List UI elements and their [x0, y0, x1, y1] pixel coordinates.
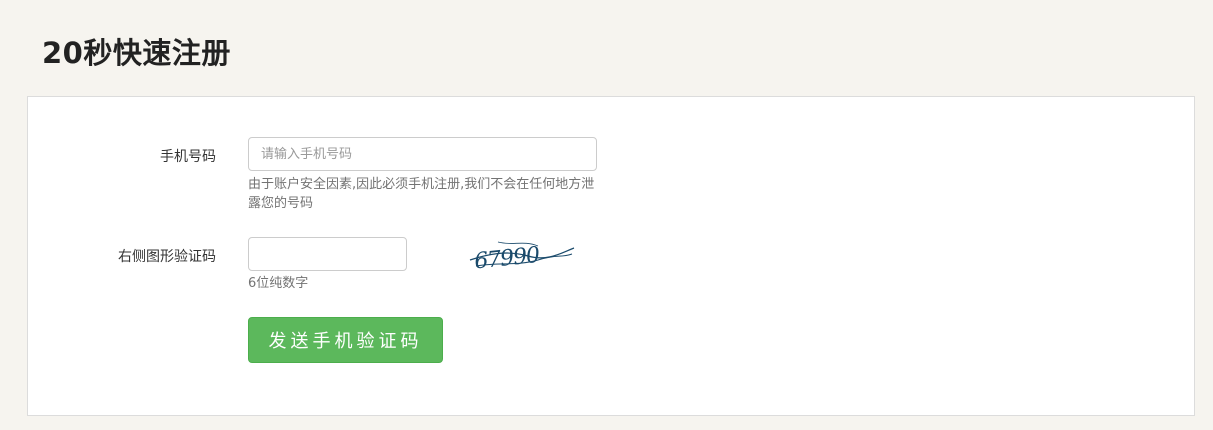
- phone-input[interactable]: [248, 137, 597, 171]
- captcha-text: 67990: [473, 243, 541, 275]
- captcha-image[interactable]: 67990: [468, 236, 576, 276]
- captcha-help-text: 6位纯数字: [248, 276, 309, 291]
- captcha-label: 右侧图形验证码: [118, 249, 216, 265]
- phone-help-text: 由于账户安全因素,因此必须手机注册,我们不会在任何地方泄露您的号码: [248, 177, 595, 211]
- registration-form-panel: 手机号码 由于账户安全因素,因此必须手机注册,我们不会在任何地方泄露您的号码 右…: [27, 96, 1195, 416]
- captcha-input[interactable]: [248, 237, 407, 271]
- page-title: 20秒快速注册: [42, 36, 231, 70]
- phone-label: 手机号码: [160, 149, 216, 165]
- send-sms-code-button[interactable]: 发送手机验证码: [248, 317, 443, 363]
